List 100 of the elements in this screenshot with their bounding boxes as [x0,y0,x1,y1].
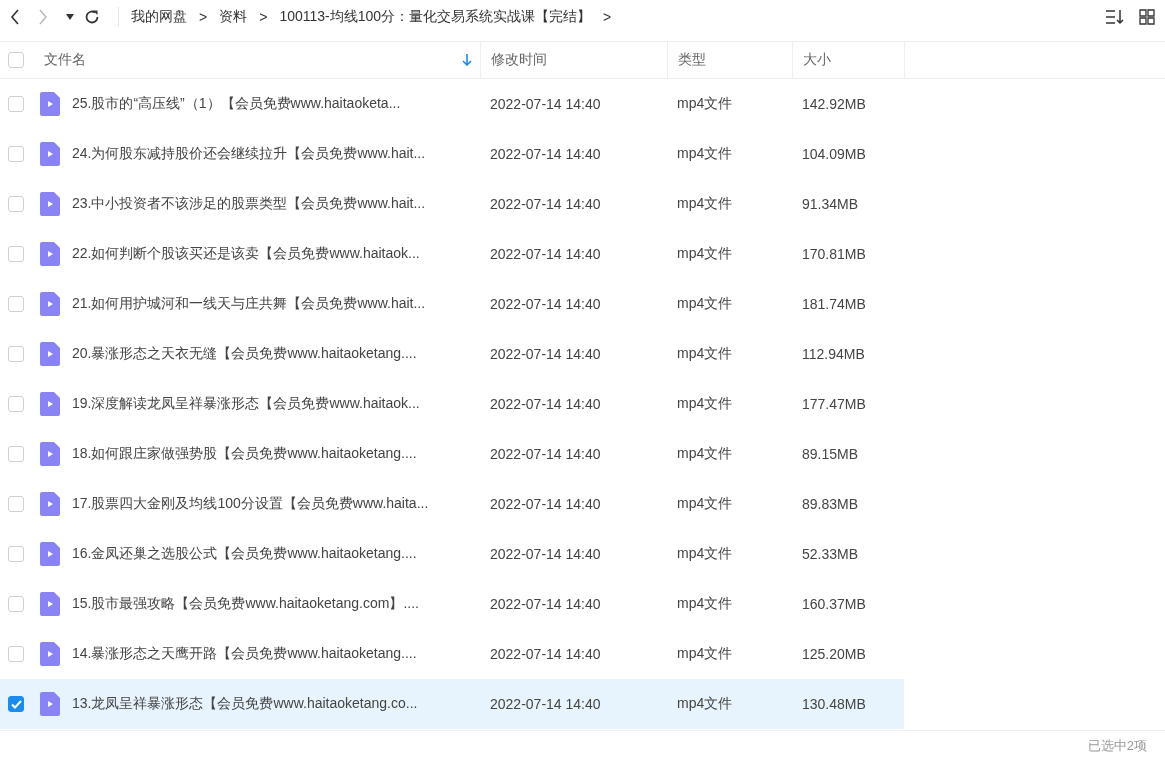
modified-time: 2022-07-14 14:40 [490,146,601,162]
file-size: 89.83MB [802,496,859,512]
checkbox[interactable] [8,596,24,612]
video-file-icon [40,142,60,166]
checkbox[interactable] [8,546,24,562]
sort-icon[interactable] [1105,9,1125,25]
checkbox[interactable] [8,146,24,162]
checkbox[interactable] [8,396,24,412]
file-type: mp4文件 [677,195,733,213]
checkbox[interactable] [8,346,24,362]
dropdown-button[interactable] [66,14,74,20]
file-row[interactable]: 25.股市的“高压线”（1）【会员免费www.haitaoketa... 2022-07-14 14:40 mp4文件 142.92MB [0,79,904,129]
modified-time: 2022-07-14 14:40 [490,196,601,212]
file-size: 142.92MB [802,96,866,112]
checkbox[interactable] [8,196,24,212]
breadcrumb-separator: > [259,9,268,25]
file-row[interactable]: 18.如何跟庄家做强势股【会员免费www.haitaoketang.... 2022-07-14 14:40 mp4文件 89.15MB [0,429,904,479]
video-file-icon [40,592,60,616]
forward-button[interactable] [38,9,48,25]
checkbox[interactable] [8,446,24,462]
back-button[interactable] [10,9,20,25]
breadcrumb-separator: > [199,9,208,25]
column-header[interactable]: 类型 [678,51,706,69]
file-name: 20.暴涨形态之天衣无缝【会员免费www.haitaoketang.... [72,345,417,363]
checkbox[interactable] [8,52,24,68]
file-type: mp4文件 [677,395,733,413]
file-row[interactable]: 21.如何用护城河和一线天与庄共舞【会员免费www.hait... 2022-07-14 14:40 mp4文件 181.74MB [0,279,904,329]
file-type: mp4文件 [677,695,733,713]
refresh-button[interactable] [84,9,100,25]
modified-time: 2022-07-14 14:40 [490,596,601,612]
file-size: 160.37MB [802,596,866,612]
video-file-icon [40,542,60,566]
file-name: 23.中小投资者不该涉足的股票类型【会员免费www.hait... [72,195,426,213]
file-type: mp4文件 [677,95,733,113]
file-type: mp4文件 [677,545,733,563]
video-file-icon [40,342,60,366]
file-type: mp4文件 [677,245,733,263]
breadcrumb-link[interactable]: 100113-均线100分：量化交易系统实战课【完结】 [279,8,592,26]
file-name: 14.暴涨形态之天鹰开路【会员免费www.haitaoketang.... [72,645,417,663]
video-file-icon [40,692,60,716]
modified-time: 2022-07-14 14:40 [490,396,601,412]
video-file-icon [40,392,60,416]
file-name: 18.如何跟庄家做强势股【会员免费www.haitaoketang.... [72,445,417,463]
file-row[interactable]: 22.如何判断个股该买还是该卖【会员免费www.haitaok... 2022-07-14 14:40 mp4文件 170.81MB [0,229,904,279]
file-name: 22.如何判断个股该买还是该卖【会员免费www.haitaok... [72,245,420,263]
file-row[interactable]: 19.深度解读龙凤呈祥暴涨形态【会员免费www.haitaok... 2022-07-14 14:40 mp4文件 177.47MB [0,379,904,429]
file-name: 21.如何用护城河和一线天与庄共舞【会员免费www.hait... [72,295,426,313]
checkbox[interactable] [8,496,24,512]
video-file-icon [40,292,60,316]
column-header[interactable]: 修改时间 [491,51,547,69]
checkbox[interactable] [8,696,24,712]
file-name: 16.金凤还巢之选股公式【会员免费www.haitaoketang.... [72,545,417,563]
modified-time: 2022-07-14 14:40 [490,346,601,362]
modified-time: 2022-07-14 14:40 [490,96,601,112]
checkbox[interactable] [8,646,24,662]
file-size: 91.34MB [802,196,859,212]
file-type: mp4文件 [677,295,733,313]
file-name: 17.股票四大金刚及均线100分设置【会员免费www.haita... [72,495,429,513]
checkbox[interactable] [8,296,24,312]
file-name: 15.股市最强攻略【会员免费www.haitaoketang.com】.... [72,595,419,613]
column-header[interactable]: 文件名 [44,51,86,69]
breadcrumb-link[interactable]: 我的网盘 [131,8,187,26]
grid-view-icon[interactable] [1139,9,1155,25]
modified-time: 2022-07-14 14:40 [490,246,601,262]
file-row[interactable]: 15.股市最强攻略【会员免费www.haitaoketang.com】.... 2022-07-14 14:40 mp4文件 160.37MB [0,579,904,629]
breadcrumb-link[interactable]: 资料 [219,8,248,26]
file-size: 89.15MB [802,446,859,462]
file-size: 104.09MB [802,146,866,162]
checkbox[interactable] [8,246,24,262]
checkbox[interactable] [8,96,24,112]
file-row[interactable]: 24.为何股东减持股价还会继续拉升【会员免费www.hait... 2022-07-14 14:40 mp4文件 104.09MB [0,129,904,179]
video-file-icon [40,492,60,516]
file-row[interactable]: 14.暴涨形态之天鹰开路【会员免费www.haitaoketang.... 2022-07-14 14:40 mp4文件 125.20MB [0,629,904,679]
file-row[interactable]: 20.暴涨形态之天衣无缝【会员免费www.haitaoketang.... 2022-07-14 14:40 mp4文件 112.94MB [0,329,904,379]
file-size: 177.47MB [802,396,866,412]
selection-status: 已选中2项 [1087,736,1147,755]
video-file-icon [40,642,60,666]
file-row[interactable]: 17.股票四大金刚及均线100分设置【会员免费www.haita... 2022-07-14 14:40 mp4文件 89.83MB [0,479,904,529]
video-file-icon [40,442,60,466]
file-name: 19.深度解读龙凤呈祥暴涨形态【会员免费www.haitaok... [72,395,420,413]
file-size: 52.33MB [802,546,859,562]
file-name: 13.龙凤呈祥暴涨形态【会员免费www.haitaoketang.co... [72,695,418,713]
modified-time: 2022-07-14 14:40 [490,296,601,312]
file-type: mp4文件 [677,595,733,613]
modified-time: 2022-07-14 14:40 [490,496,601,512]
modified-time: 2022-07-14 14:40 [490,546,601,562]
file-name: 25.股市的“高压线”（1）【会员免费www.haitaoketa... [72,95,401,113]
modified-time: 2022-07-14 14:40 [490,446,601,462]
file-row[interactable]: 13.龙凤呈祥暴涨形态【会员免费www.haitaoketang.co... 2022-07-14 14:40 mp4文件 130.48MB [0,679,904,729]
file-type: mp4文件 [677,445,733,463]
file-size: 130.48MB [802,696,866,712]
file-row[interactable]: 16.金凤还巢之选股公式【会员免费www.haitaoketang.... 2022-07-14 14:40 mp4文件 52.33MB [0,529,904,579]
file-row[interactable]: 23.中小投资者不该涉足的股票类型【会员免费www.hait... 2022-07-14 14:40 mp4文件 91.34MB [0,179,904,229]
column-header[interactable]: 大小 [803,51,831,69]
file-name: 24.为何股东减持股价还会继续拉升【会员免费www.hait... [72,145,426,163]
file-type: mp4文件 [677,495,733,513]
video-file-icon [40,92,60,116]
file-size: 170.81MB [802,246,866,262]
video-file-icon [40,192,60,216]
file-size: 125.20MB [802,646,866,662]
